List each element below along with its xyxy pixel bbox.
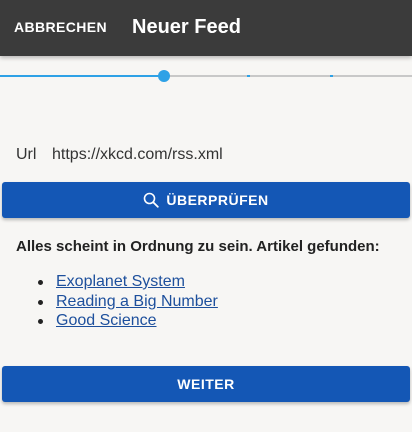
check-button-label: ÜBERPRÜFEN	[166, 192, 269, 208]
check-button[interactable]: ÜBERPRÜFEN	[2, 182, 410, 218]
step-marker-4	[247, 75, 250, 77]
next-button-label: WEITER	[177, 376, 235, 392]
article-list: Exoplanet System Reading a Big Number Go…	[0, 272, 218, 331]
step-marker-1	[81, 75, 84, 77]
search-icon	[144, 192, 160, 208]
next-button[interactable]: WEITER	[2, 366, 410, 402]
step-marker-current	[158, 70, 170, 82]
page-title: Neuer Feed	[132, 16, 241, 38]
article-link[interactable]: Reading a Big Number	[56, 293, 218, 310]
article-link[interactable]: Exoplanet System	[56, 273, 185, 290]
list-item: Exoplanet System	[38, 272, 218, 292]
cancel-button[interactable]: ABBRECHEN	[14, 19, 107, 35]
list-item: Good Science	[38, 311, 218, 331]
article-link[interactable]: Good Science	[56, 312, 157, 329]
app-bar: ABBRECHEN Neuer Feed	[0, 0, 412, 56]
progress-stepper	[0, 69, 412, 83]
url-field[interactable]: https://xkcd.com/rss.xml	[52, 146, 223, 164]
progress-line-remaining	[164, 75, 412, 77]
result-message: Alles scheint in Ordnung zu sein. Artike…	[16, 238, 380, 255]
step-marker-5	[330, 75, 333, 77]
list-item: Reading a Big Number	[38, 292, 218, 312]
url-label: Url	[16, 146, 37, 163]
